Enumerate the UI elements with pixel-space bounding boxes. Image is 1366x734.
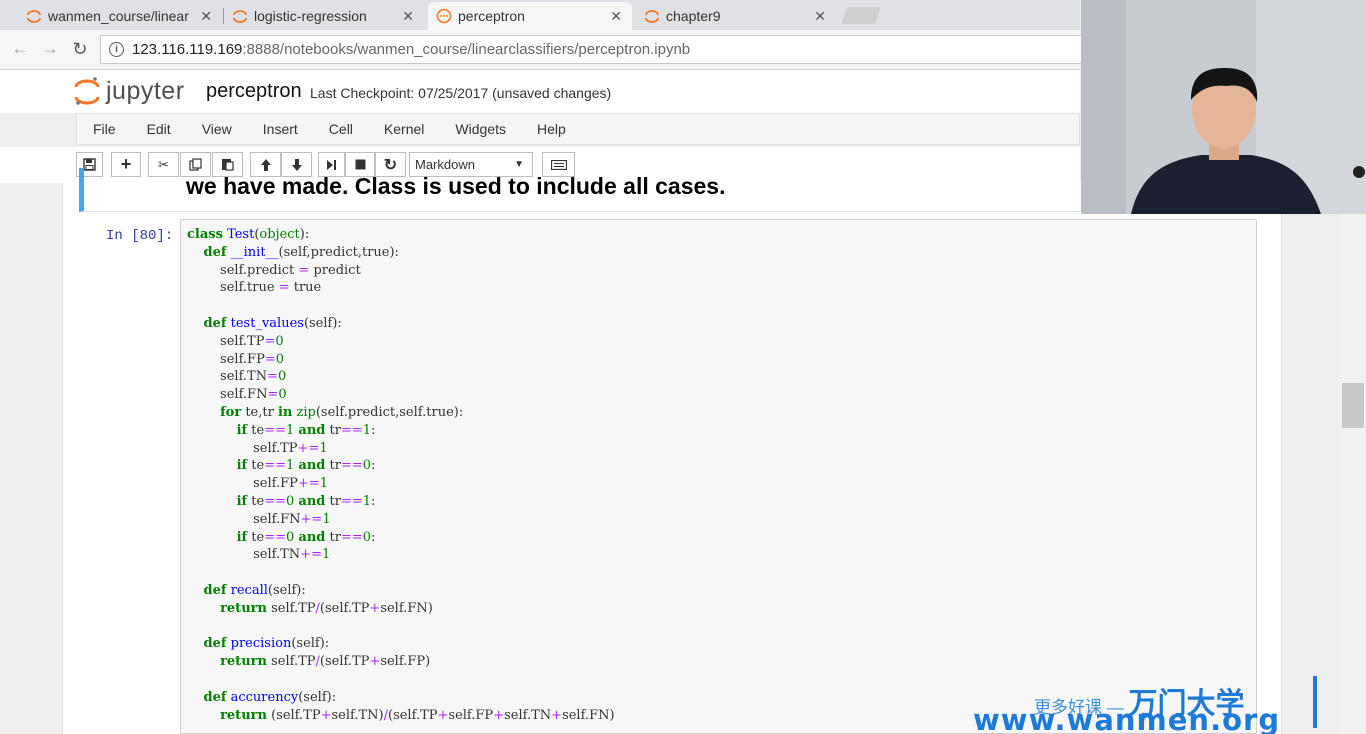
menu-kernel[interactable]: Kernel [368, 121, 439, 137]
tab-logistic-regression[interactable]: logistic-regression ✕ [224, 2, 424, 30]
jupyter-logo-icon [74, 77, 100, 105]
webcam-overlay [1081, 0, 1366, 214]
url-host: 123.116.119.169 [132, 41, 243, 58]
new-tab-button[interactable] [840, 7, 882, 24]
jupyter-favicon-icon [232, 8, 248, 24]
menu-file[interactable]: File [77, 121, 131, 137]
forward-arrow-icon[interactable]: → [39, 38, 61, 60]
jupyter-busy-favicon-icon [436, 8, 452, 24]
close-tab-icon[interactable]: ✕ [814, 8, 826, 25]
browser-tab-strip: wanmen_course/linear ✕ logistic-regressi… [0, 0, 1080, 30]
menu-edit[interactable]: Edit [131, 121, 186, 137]
jupyter-logo[interactable]: jupyter [74, 75, 185, 107]
info-icon[interactable]: i [109, 42, 124, 57]
watermark-bar [1313, 676, 1317, 728]
checkpoint-status: Last Checkpoint: 07/25/2017 (unsaved cha… [310, 85, 612, 101]
tab-title: wanmen_course/linear [48, 8, 189, 24]
jupyter-favicon-icon [644, 8, 660, 24]
menu-widgets[interactable]: Widgets [439, 121, 521, 137]
menu-cell[interactable]: Cell [313, 121, 368, 137]
tab-perceptron[interactable]: perceptron ✕ [428, 2, 632, 30]
jupyter-header: jupyter perceptron Last Checkpoint: 07/2… [0, 70, 1080, 113]
scrollbar-thumb[interactable] [1342, 383, 1364, 428]
tab-chapter9[interactable]: chapter9 ✕ [636, 2, 836, 30]
screen: wanmen_course/linear ✕ logistic-regressi… [0, 0, 1366, 734]
jupyter-logo-text: jupyter [106, 76, 185, 105]
tab-wanmen-course[interactable]: wanmen_course/linear ✕ [18, 2, 222, 30]
notebook-name[interactable]: perceptron [206, 80, 302, 103]
menu-view[interactable]: View [186, 121, 247, 137]
menu-insert[interactable]: Insert [247, 121, 313, 137]
code-cell-prompt: In [80]: [106, 228, 174, 244]
markdown-cell-text: we have made. Class is used to include a… [186, 173, 726, 199]
close-tab-icon[interactable]: ✕ [200, 8, 212, 25]
notebook-menubar: File Edit View Insert Cell Kernel Widget… [76, 113, 1080, 145]
code-cell-source: class Test(object): def __init__(self,pr… [187, 227, 615, 723]
reload-icon[interactable]: ↻ [69, 38, 91, 60]
menu-help[interactable]: Help [521, 121, 581, 137]
tab-title: perceptron [458, 8, 525, 24]
address-bar[interactable]: i 123.116.119.169:8888/notebooks/wanmen_… [100, 35, 1082, 64]
close-tab-icon[interactable]: ✕ [610, 8, 622, 25]
back-arrow-icon[interactable]: ← [9, 38, 31, 60]
presenter-video-image [1081, 0, 1366, 214]
browser-nav-bar: ← → ↻ i 123.116.119.169:8888/notebooks/w… [0, 30, 1082, 70]
tab-title: chapter9 [666, 8, 721, 24]
tab-title: logistic-regression [254, 8, 367, 24]
scrollbar-track [1340, 183, 1366, 734]
url-path: :8888/notebooks/wanmen_course/linearclas… [242, 41, 691, 58]
jupyter-favicon-icon [26, 8, 42, 24]
watermark-url: www.wanmen.org [973, 703, 1281, 734]
close-tab-icon[interactable]: ✕ [402, 8, 414, 25]
